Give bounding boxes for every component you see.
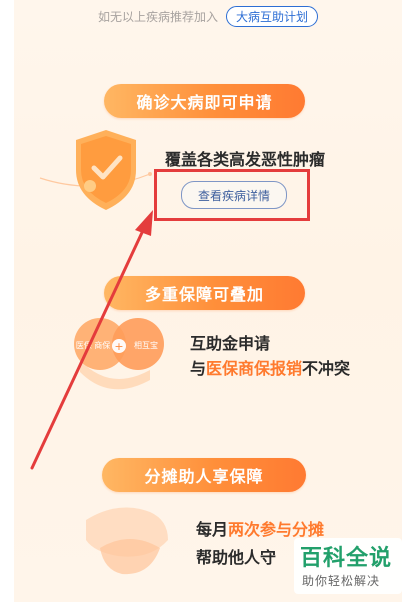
watermark-subtitle: 助你轻松解决 <box>302 574 381 588</box>
watermark-title: 百科全说 <box>300 546 393 571</box>
watermark: 百科全说 助你轻松解决 <box>294 538 402 594</box>
annotation-arrow <box>30 210 153 470</box>
screen: 如无以上疾病推荐加入 大病互助计划 确诊大病即可申请 覆盖各类高发恶性肿瘤 查看… <box>0 0 416 602</box>
arrow-line-icon <box>30 222 148 470</box>
arrow-head-icon <box>135 210 153 236</box>
